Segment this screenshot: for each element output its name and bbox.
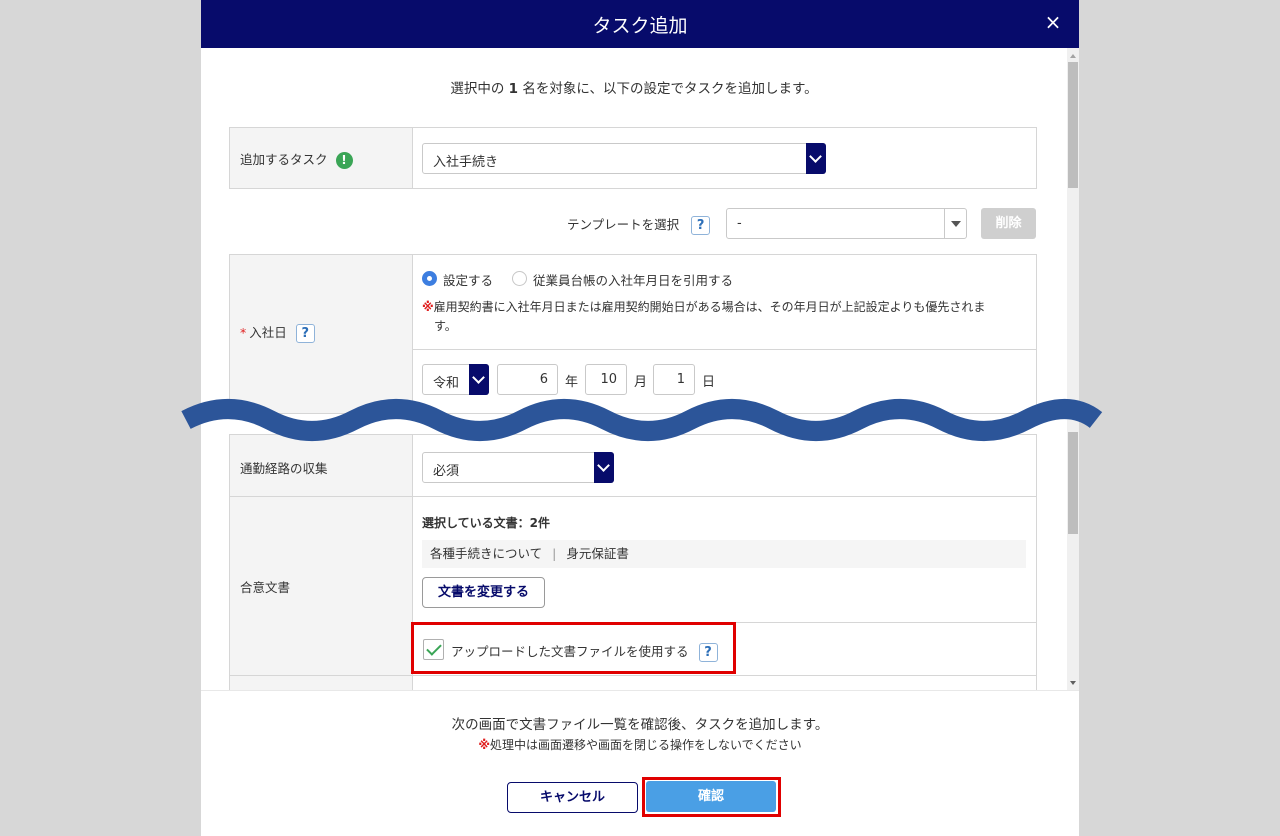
wave-divider-path bbox=[181, 399, 1103, 441]
wave-divider bbox=[181, 399, 1103, 441]
